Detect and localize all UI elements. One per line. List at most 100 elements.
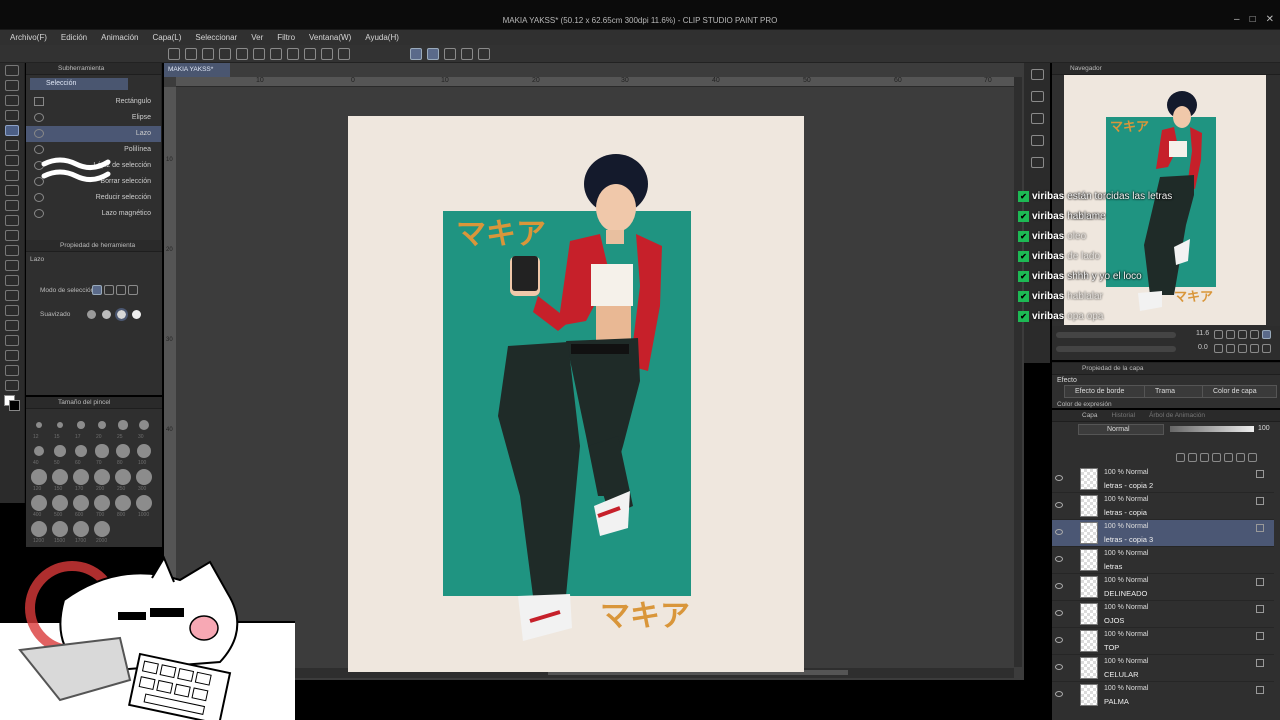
material-2-icon[interactable] (1030, 135, 1044, 146)
brush-size-option[interactable] (116, 444, 130, 458)
brush-size-option[interactable] (139, 420, 149, 430)
brush-size-option[interactable] (73, 469, 89, 485)
brush-size-option[interactable] (36, 422, 42, 428)
deselect-icon[interactable] (304, 48, 316, 60)
rotate-slider[interactable] (1056, 346, 1176, 352)
flip-h-icon[interactable] (1250, 344, 1259, 353)
redo-icon[interactable] (253, 48, 265, 60)
brush-size-option[interactable] (73, 495, 89, 511)
airbrush-tool-icon[interactable] (5, 215, 19, 226)
menu-archivo[interactable]: Archivo(F) (10, 33, 47, 42)
merge-down-icon[interactable] (1224, 453, 1233, 462)
brush-size-option[interactable] (73, 521, 89, 537)
vertical-scrollbar[interactable] (1014, 77, 1022, 667)
brush-size-option[interactable] (95, 444, 109, 458)
zoom-in-icon[interactable] (1226, 330, 1235, 339)
subtool-magnetic-lasso[interactable]: Lazo magnético (26, 206, 161, 222)
brush-size-option[interactable] (77, 421, 85, 429)
layer-color-button[interactable]: Color de capa (1202, 385, 1277, 398)
transform-icon[interactable] (287, 48, 299, 60)
eyedropper-tool-icon[interactable] (5, 155, 19, 166)
border-effect-button[interactable]: Efecto de borde (1064, 385, 1154, 398)
fit-icon[interactable] (1238, 330, 1247, 339)
mode-intersect-icon[interactable] (128, 285, 138, 295)
brush-size-option[interactable] (97, 420, 107, 430)
brush-size-option[interactable] (74, 444, 88, 458)
smoothing-dot-2[interactable] (102, 310, 111, 319)
opacity-slider[interactable] (1170, 426, 1254, 432)
tab-animacion[interactable]: Árbol de Animación (1149, 412, 1205, 421)
subtool-shrink-selection[interactable]: Reducir selección (26, 190, 161, 206)
brush-size-option[interactable] (31, 469, 47, 485)
blend-mode-select[interactable]: Normal (1078, 424, 1164, 435)
brush-size-option[interactable] (136, 443, 152, 459)
eye-icon[interactable] (1055, 556, 1063, 562)
actual-size-icon[interactable] (1250, 330, 1259, 339)
reset-rotate-icon[interactable] (1238, 344, 1247, 353)
brush-size-option[interactable] (31, 521, 47, 537)
brush-size-option[interactable] (52, 521, 68, 537)
material-3-icon[interactable] (1030, 157, 1044, 168)
sub-color-swatch[interactable] (9, 400, 20, 411)
brush-size-option[interactable] (115, 495, 131, 511)
color-swatches[interactable] (4, 395, 20, 411)
balloon-tool-icon[interactable] (5, 365, 19, 376)
pen-pressure-icon[interactable] (461, 48, 473, 60)
layer-row[interactable]: 100 % Normal DELINEADO (1052, 574, 1274, 601)
snap-grid-icon[interactable] (427, 48, 439, 60)
clip-studio-icon[interactable] (478, 48, 490, 60)
decoration-tool-icon[interactable] (5, 230, 19, 241)
mode-subtract-icon[interactable] (116, 285, 126, 295)
brush-size-option[interactable] (136, 495, 152, 511)
brush-size-option[interactable] (94, 495, 110, 511)
smoothing-dot-4[interactable] (132, 310, 141, 319)
snap-ruler-icon[interactable] (410, 48, 422, 60)
maximize-icon[interactable]: □ (1250, 14, 1256, 25)
brush-size-option[interactable] (94, 521, 110, 537)
brush-size-option[interactable] (94, 469, 110, 485)
zoom-out-icon[interactable] (1214, 330, 1223, 339)
eye-icon[interactable] (1055, 610, 1063, 616)
brush-size-option[interactable] (54, 445, 66, 457)
text-tool-icon[interactable] (5, 350, 19, 361)
brush-size-option[interactable] (136, 469, 152, 485)
rotate-left-icon[interactable] (1214, 344, 1223, 353)
smoothing-dot-1[interactable] (87, 310, 96, 319)
menu-ver[interactable]: Ver (251, 33, 263, 42)
eye-icon[interactable] (1055, 475, 1063, 481)
operation-tool-icon[interactable] (5, 95, 19, 106)
subtool-rectangle[interactable]: Rectángulo (26, 94, 161, 110)
hand-tool-icon[interactable] (5, 80, 19, 91)
print-icon[interactable] (219, 48, 231, 60)
clear-icon[interactable] (270, 48, 282, 60)
correct-line-tool-icon[interactable] (5, 380, 19, 391)
blend-tool-icon[interactable] (5, 260, 19, 271)
brush-size-option[interactable] (115, 469, 131, 485)
brush-size-option[interactable] (56, 421, 64, 429)
brush-size-option[interactable] (52, 495, 68, 511)
rotate-right-icon[interactable] (1226, 344, 1235, 353)
eye-icon[interactable] (1055, 691, 1063, 697)
delete-layer-icon[interactable] (1248, 453, 1257, 462)
tone-button[interactable]: Trama (1144, 385, 1204, 398)
brush-tool-icon[interactable] (5, 200, 19, 211)
move-tool-icon[interactable] (5, 110, 19, 121)
eye-icon[interactable] (1055, 529, 1063, 535)
eye-icon[interactable] (1055, 502, 1063, 508)
menu-ventana[interactable]: Ventana(W) (309, 33, 351, 42)
transfer-down-icon[interactable] (1212, 453, 1221, 462)
navigator-icon[interactable] (1030, 69, 1044, 80)
pencil-tool-icon[interactable] (5, 185, 19, 196)
tab-historial[interactable]: Historial (1112, 412, 1135, 421)
menu-ayuda[interactable]: Ayuda(H) (365, 33, 399, 42)
layer-row[interactable]: 100 % Normal OJOS (1052, 601, 1274, 628)
menu-edicion[interactable]: Edición (61, 33, 87, 42)
menu-seleccionar[interactable]: Seleccionar (195, 33, 237, 42)
subtool-lasso[interactable]: Lazo (26, 126, 161, 142)
new-vector-layer-icon[interactable] (1188, 453, 1197, 462)
layer-row[interactable]: 100 % Normal TOP (1052, 628, 1274, 655)
eraser-tool-icon[interactable] (5, 245, 19, 256)
menu-capa[interactable]: Capa(L) (153, 33, 182, 42)
subtool-group-tab[interactable]: Selección (30, 78, 128, 90)
canvas-paper[interactable]: マキア マキア (348, 116, 804, 672)
